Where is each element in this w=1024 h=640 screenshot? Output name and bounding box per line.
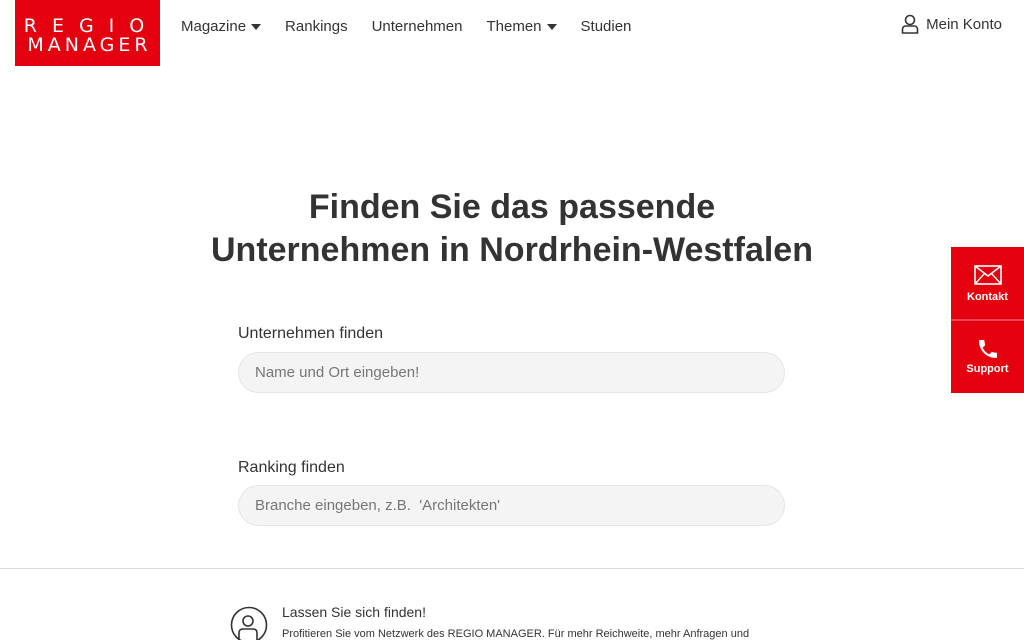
- phone-icon: [978, 340, 997, 358]
- caret-down-icon: [251, 23, 262, 30]
- company-search-label: Unternehmen finden: [238, 325, 383, 342]
- site-header: REGIO MANAGER Magazine Rankings Unterneh…: [0, 0, 1024, 66]
- nav-item-label: Magazine: [181, 17, 247, 35]
- main-nav: Magazine Rankings Unternehmen Themen Stu…: [181, 0, 655, 52]
- company-search-input[interactable]: [238, 352, 785, 393]
- nav-item-unternehmen[interactable]: Unternehmen: [372, 18, 463, 35]
- page-title-line1: Finden Sie das passende: [308, 188, 716, 226]
- nav-item-label: Themen: [486, 17, 542, 35]
- nav-item-label: Rankings: [285, 17, 348, 35]
- promo-text: Profitieren Sie vom Netzwerk des REGIO M…: [282, 628, 750, 640]
- support-button[interactable]: Support: [951, 321, 1024, 393]
- section-divider: [0, 568, 1024, 569]
- nav-item-themen[interactable]: Themen: [486, 17, 557, 35]
- nav-item-studien[interactable]: Studien: [581, 18, 632, 35]
- ranking-search-label: Ranking finden: [238, 459, 345, 476]
- user-icon: [901, 14, 919, 34]
- promo-title: Lassen Sie sich finden!: [282, 604, 426, 620]
- side-contact-widget: Kontakt Support: [951, 247, 1024, 393]
- regio-manager-logo[interactable]: REGIO MANAGER: [15, 0, 160, 66]
- envelope-icon: [973, 265, 1002, 285]
- account-link[interactable]: Mein Konto: [901, 14, 1002, 34]
- person-search-icon: [230, 606, 268, 640]
- account-label: Mein Konto: [926, 15, 1002, 33]
- nav-item-magazine[interactable]: Magazine: [181, 17, 262, 35]
- ranking-search-input[interactable]: [238, 485, 785, 526]
- nav-item-rankings[interactable]: Rankings: [285, 18, 348, 35]
- nav-item-label: Unternehmen: [371, 17, 463, 35]
- page-title: Finden Sie das passende Unternehmen in N…: [0, 186, 1024, 272]
- contact-label: Kontakt: [967, 291, 1008, 303]
- logo-line-regio: REGIO: [23, 15, 160, 37]
- logo-line-manager: MANAGER: [27, 34, 152, 56]
- page-title-line2: Unternehmen in Nordrhein-Westfalen: [211, 231, 813, 269]
- caret-down-icon: [546, 23, 557, 30]
- nav-item-label: Studien: [580, 17, 632, 35]
- support-label: Support: [966, 363, 1009, 375]
- contact-button[interactable]: Kontakt: [951, 247, 1024, 319]
